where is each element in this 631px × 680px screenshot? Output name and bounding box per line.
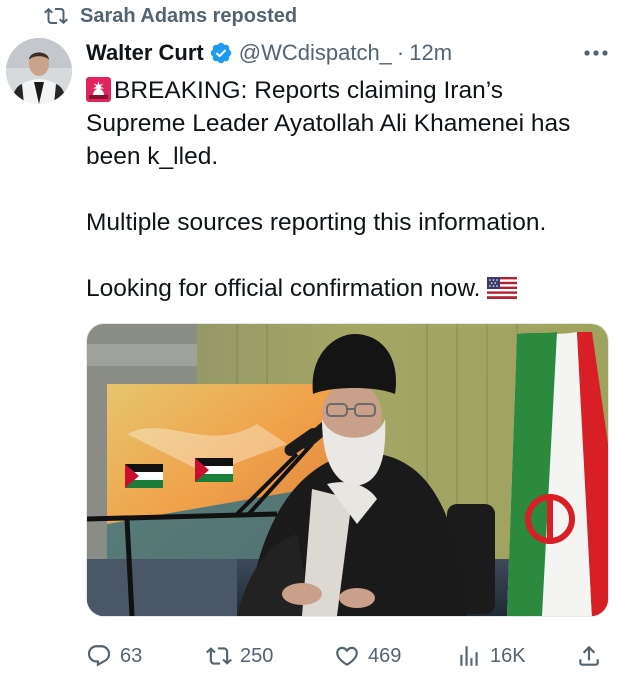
reply-button[interactable]: 63 <box>86 638 142 674</box>
author-handle[interactable]: @WCdispatch_ <box>239 40 392 66</box>
share-button[interactable] <box>576 638 602 674</box>
reply-icon <box>87 645 111 667</box>
timestamp[interactable]: 12m <box>409 40 452 66</box>
more-dots-icon <box>584 50 608 56</box>
views-button[interactable]: 16K <box>456 638 526 674</box>
tweet-line-3: been k_lled. <box>86 143 219 170</box>
repost-icon <box>44 7 68 25</box>
photo-illustration <box>87 324 608 616</box>
tweet-action-bar: 63 250 469 16K <box>86 638 611 674</box>
tweet-text: BREAKING: Reports claiming Iran’s Suprem… <box>86 74 616 305</box>
repost-text: Sarah Adams reposted <box>80 4 298 27</box>
tweet-line-5: Looking for official confirmation now. <box>86 272 616 305</box>
tweet-line-4: Multiple sources reporting this informat… <box>86 209 547 236</box>
heart-icon <box>336 646 358 666</box>
avatar-photo <box>6 38 72 104</box>
reply-count: 63 <box>120 644 143 667</box>
like-count: 469 <box>368 644 402 667</box>
tweet-line-1-text: BREAKING: Reports claiming Iran’s <box>114 77 503 104</box>
tweet-line-2: Supreme Leader Ayatollah Ali Khamenei ha… <box>86 110 571 137</box>
share-icon <box>579 645 599 666</box>
like-button[interactable]: 469 <box>334 638 401 674</box>
tweet-line-1: BREAKING: Reports claiming Iran’s <box>86 74 616 107</box>
views-count: 16K <box>490 644 526 667</box>
avatar[interactable] <box>6 38 72 104</box>
more-options-button[interactable] <box>581 40 611 66</box>
repost-banner[interactable]: Sarah Adams reposted <box>44 3 297 29</box>
views-chart-icon <box>460 646 478 666</box>
separator-dot: · <box>396 40 405 65</box>
tweet-media-photo[interactable] <box>86 323 609 617</box>
repost-action-icon <box>206 647 232 665</box>
rotating-light-emoji-icon <box>86 77 111 102</box>
repost-count: 250 <box>240 644 274 667</box>
verified-badge-icon[interactable] <box>209 41 233 65</box>
repost-button[interactable]: 250 <box>206 638 273 674</box>
tweet-line-5-text: Looking for official confirmation now. <box>86 275 481 302</box>
us-flag-emoji-icon <box>486 277 517 299</box>
author-display-name[interactable]: Walter Curt <box>86 40 204 66</box>
tweet-header: Walter Curt @WCdispatch_ · 12m <box>86 38 611 68</box>
